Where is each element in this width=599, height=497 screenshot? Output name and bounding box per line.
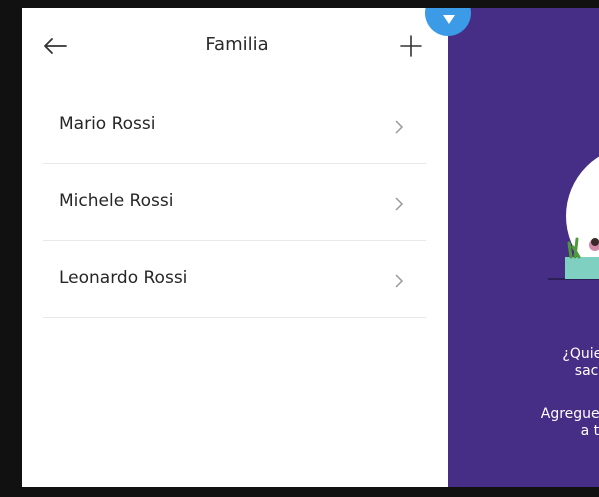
member-name: Leonardo Rossi bbox=[59, 268, 188, 288]
family-member-item[interactable]: Leonardo Rossi bbox=[43, 241, 426, 318]
promo-line: sacri bbox=[574, 363, 599, 379]
family-member-item[interactable]: Mario Rossi bbox=[43, 87, 426, 164]
promo-line: Agregue l bbox=[540, 406, 599, 422]
family-panel: Familia Mario Rossi Michele Rossi Leonar… bbox=[22, 8, 448, 487]
member-name: Michele Rossi bbox=[59, 191, 174, 211]
promo-line: a tu bbox=[580, 423, 599, 439]
chevron-right-icon bbox=[394, 119, 404, 134]
app-frame: Familia Mario Rossi Michele Rossi Leonar… bbox=[22, 8, 599, 487]
plus-icon[interactable] bbox=[400, 35, 422, 57]
family-member-list: Mario Rossi Michele Rossi Leonardo Rossi bbox=[43, 87, 426, 318]
arrow-left-icon[interactable] bbox=[42, 36, 68, 56]
member-name: Mario Rossi bbox=[59, 114, 156, 134]
chevron-right-icon bbox=[394, 273, 404, 288]
chevron-right-icon bbox=[394, 196, 404, 211]
promo-question: ¿Quier sacri bbox=[448, 346, 599, 380]
family-member-item[interactable]: Michele Rossi bbox=[43, 164, 426, 241]
header: Familia bbox=[22, 8, 448, 86]
promo-description: Agregue l a tu bbox=[448, 406, 599, 440]
page-title: Familia bbox=[205, 34, 269, 55]
promo-line: ¿Quier bbox=[562, 346, 599, 362]
illustration-plant-icon bbox=[565, 237, 599, 279]
promo-panel: ¿Quier sacri Agregue l a tu bbox=[448, 8, 599, 487]
triangle-down-icon bbox=[443, 15, 455, 24]
